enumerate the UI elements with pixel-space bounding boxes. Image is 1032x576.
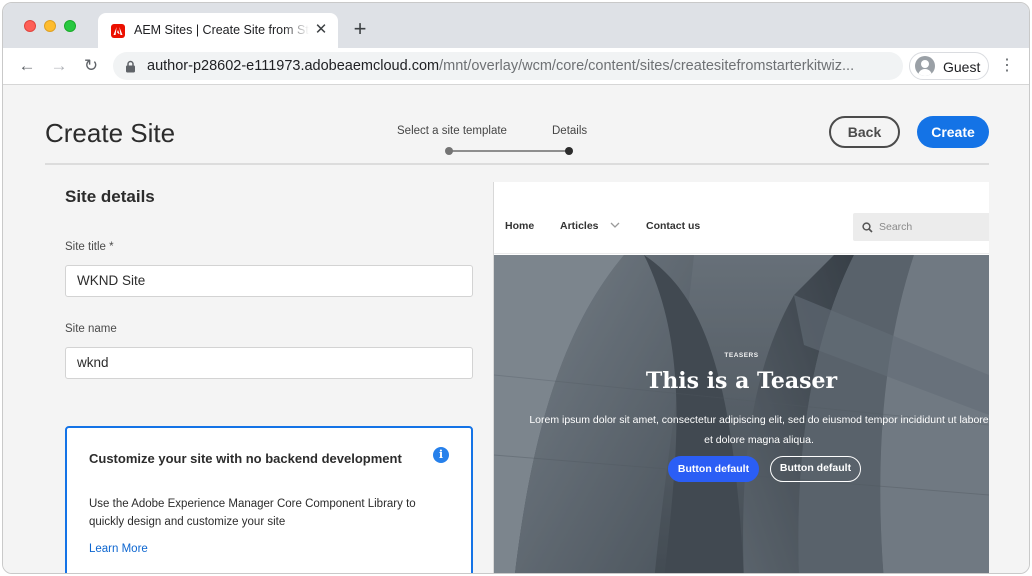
site-title-input[interactable]: WKND Site [65, 265, 473, 297]
lock-icon [126, 60, 135, 73]
reload-icon[interactable]: ↻ [81, 56, 101, 76]
tab-strip: AEM Sites | Create Site from Starter Kit… [3, 3, 1029, 48]
header-divider [45, 163, 989, 165]
create-site-page: Create Site Select a site template Detai… [3, 85, 1029, 573]
preview-search-placeholder: Search [879, 221, 913, 233]
info-card-title: Customize your site with no backend deve… [89, 451, 402, 466]
site-name-label: Site name [65, 323, 117, 335]
learn-more-link[interactable]: Learn More [89, 543, 148, 555]
template-preview: Home Articles Contact us Search TEASERS … [494, 182, 989, 573]
preview-nav: Home Articles Contact us Search [494, 204, 989, 254]
preview-hero: TEASERS This is a Teaser Lorem ipsum dol… [494, 255, 989, 573]
browser-tab[interactable]: AEM Sites | Create Site from Starter Kit… [98, 13, 338, 48]
page-title: Create Site [45, 118, 176, 148]
url-text: author-p28602-e111973.adobeaemcloud.com/… [147, 58, 854, 74]
new-tab-button[interactable]: + [350, 18, 370, 40]
section-title: Site details [65, 187, 155, 206]
profile-label: Guest [943, 59, 981, 75]
info-card-body: Use the Adobe Experience Manager Core Co… [89, 498, 416, 528]
browser-menu-icon[interactable]: ⋮ [999, 56, 1015, 76]
step-select-template[interactable]: Select a site template [397, 125, 507, 137]
step-details: Details [552, 125, 588, 137]
preview-nav-home: Home [505, 220, 535, 232]
address-bar[interactable]: author-p28602-e111973.adobeaemcloud.com/… [113, 52, 903, 80]
back-arrow-icon[interactable]: ← [17, 56, 37, 76]
search-icon [862, 222, 873, 233]
preview-eyebrow: TEASERS [724, 352, 759, 359]
forward-arrow-icon[interactable]: → [49, 56, 69, 76]
site-title-label: Site title * [65, 241, 114, 253]
preview-primary-button: Button default [668, 456, 759, 482]
close-window-button[interactable] [24, 20, 36, 32]
back-button[interactable]: Back [829, 116, 900, 148]
preview-nav-contact: Contact us [646, 220, 701, 232]
preview-teaser-heading: This is a Teaser [645, 368, 838, 394]
preview-teaser-text: Lorem ipsum dolor sit amet, consectetur … [529, 414, 989, 446]
minimize-window-button[interactable] [44, 20, 56, 32]
step-2-marker [565, 147, 573, 155]
step-progress-line [451, 150, 567, 152]
step-1-marker [445, 147, 453, 155]
create-button[interactable]: Create [917, 116, 989, 148]
adobe-favicon-icon [111, 24, 125, 38]
maximize-window-button[interactable] [64, 20, 76, 32]
chevron-down-icon [610, 222, 620, 228]
site-name-input[interactable]: wknd [65, 347, 473, 379]
tab-title: AEM Sites | Create Site from Starter Kit [134, 23, 309, 37]
browser-window: AEM Sites | Create Site from Starter Kit… [2, 2, 1030, 574]
info-icon[interactable]: i [433, 447, 449, 463]
info-card: Customize your site with no backend deve… [65, 426, 473, 573]
profile-button[interactable]: Guest [909, 52, 989, 80]
avatar-icon [915, 56, 935, 76]
browser-toolbar: ← → ↻ author-p28602-e111973.adobeaemclou… [3, 48, 1029, 85]
url-host: author-p28602-e111973.adobeaemcloud.com [147, 58, 440, 74]
tab-close-icon[interactable]: ✕ [314, 22, 328, 37]
preview-secondary-button: Button default [770, 456, 861, 482]
url-path: /mnt/overlay/wcm/core/content/sites/crea… [439, 58, 855, 74]
preview-search: Search [853, 213, 989, 241]
preview-nav-articles: Articles [560, 220, 599, 232]
